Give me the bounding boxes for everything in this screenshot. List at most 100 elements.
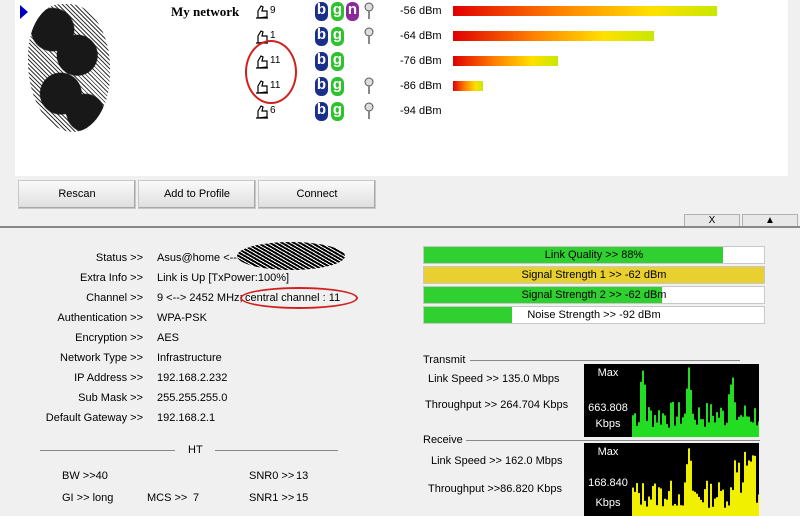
graph-bar: [726, 422, 728, 437]
rescan-button[interactable]: Rescan: [18, 180, 136, 209]
receive-title: Receive: [423, 434, 463, 446]
graph-bar: [744, 451, 746, 516]
graph-bar: [690, 390, 692, 437]
signal-bar: [453, 81, 483, 91]
mode-n-icon: n: [346, 2, 359, 21]
meter-text: Signal Strength 2 >> -62 dBm: [521, 289, 667, 301]
graph-bar: [734, 460, 736, 516]
graph-bar: [666, 424, 668, 437]
signal-dbm: -94 dBm: [400, 105, 442, 117]
snr1-label: SNR1 >>: [249, 492, 295, 504]
graph-bar: [752, 455, 754, 516]
graph-bar: [646, 506, 648, 516]
graph-bar: [710, 404, 712, 437]
graph-bar: [696, 493, 698, 516]
graph-bar: [744, 405, 746, 437]
rx-graph-unit: Kbps: [595, 497, 621, 509]
graph-bar: [714, 498, 716, 516]
graph-bar: [636, 425, 638, 437]
mode-b-icon: b: [315, 102, 328, 121]
list-scrollbar[interactable]: [788, 0, 800, 176]
graph-bar: [728, 394, 730, 437]
graph-bar: [634, 413, 636, 437]
network-row[interactable]: 6 b g -94 dBm: [15, 100, 788, 122]
graph-bar: [756, 425, 758, 437]
graph-bar: [754, 455, 756, 516]
graph-bar: [740, 492, 742, 516]
graph-bar: [642, 483, 644, 516]
network-type-value: Infrastructure: [157, 352, 222, 364]
network-row[interactable]: My network 9 b g n -56 dBm: [15, 0, 788, 22]
graph-bar: [686, 388, 688, 437]
graph-bar: [736, 419, 738, 437]
graph-bar: [664, 498, 666, 516]
graph-bar: [712, 415, 714, 437]
graph-bar: [650, 410, 652, 437]
ssid-label: My network: [171, 4, 240, 19]
channel-value: 9 <--> 2452 MHz;: [157, 292, 243, 304]
network-row[interactable]: 11 b g -76 dBm: [15, 50, 788, 72]
graph-bar: [662, 413, 664, 437]
snr0-value: 13: [296, 470, 309, 482]
authentication-value: WPA-PSK: [157, 312, 207, 324]
meter-text: Noise Strength >> -92 dBm: [527, 309, 661, 321]
graph-bar: [702, 419, 704, 437]
graph-bar: [720, 407, 722, 437]
network-row[interactable]: 11 b g -86 dBm: [15, 75, 788, 97]
graph-bar: [706, 480, 708, 516]
graph-bar: [732, 490, 734, 516]
network-row[interactable]: 1 b g -64 dBm: [15, 25, 788, 47]
graph-bar: [654, 415, 656, 437]
rx-graph-max: Max: [597, 446, 619, 458]
graph-bar: [756, 502, 758, 516]
network-list[interactable]: My network 9 b g n -56 dBm 1 b g -64 dBm…: [15, 0, 788, 176]
snr1-value: 15: [296, 492, 309, 504]
graph-bar: [660, 424, 662, 437]
graph-bar: [728, 505, 730, 516]
graph-bar: [656, 505, 658, 516]
graph-bar: [698, 407, 700, 437]
graph-bar: [706, 403, 708, 437]
graph-bar: [636, 483, 638, 516]
graph-bar: [716, 497, 718, 516]
add-to-profile-button[interactable]: Add to Profile: [138, 180, 256, 209]
graph-bar: [750, 421, 752, 437]
signal-dbm: -86 dBm: [400, 80, 442, 92]
graph-bar: [674, 503, 676, 516]
graph-bar: [698, 496, 700, 516]
extra-info-label: Extra Info >>: [80, 272, 143, 284]
encryption-value: AES: [157, 332, 180, 344]
graph-bar: [752, 422, 754, 437]
graph-bar: [658, 487, 660, 516]
graph-bar: [700, 499, 702, 516]
meter-text: Link Quality >> 88%: [544, 249, 644, 261]
graph-bar: [646, 421, 648, 437]
graph-bar: [640, 504, 642, 516]
channel-value: 9: [270, 5, 276, 16]
graph-bar: [650, 499, 652, 516]
signal-strength-2-meter: Signal Strength 2 >> -62 dBm: [423, 286, 765, 304]
graph-bar: [758, 421, 759, 437]
central-channel-ring: [240, 287, 358, 309]
graph-bar: [740, 415, 742, 437]
graph-bar: [632, 487, 634, 516]
mode-b-icon: b: [315, 27, 328, 46]
tx-graph-max: Max: [597, 367, 619, 379]
graph-bar: [642, 370, 644, 437]
ht-title: HT: [188, 444, 203, 456]
graph-bar: [656, 422, 658, 437]
graph-bar: [678, 494, 680, 516]
graph-bar: [670, 402, 672, 437]
tx-throughput: Throughput >> 264.704 Kbps: [425, 399, 569, 411]
rx-graph-value: 168.840: [588, 477, 628, 489]
hand-icon: [256, 105, 268, 119]
rx-throughput-graph: Max 168.840 Kbps: [584, 443, 759, 516]
graph-bar: [748, 416, 750, 437]
connect-button[interactable]: Connect: [258, 180, 376, 209]
graph-bar: [702, 502, 704, 516]
channel-value: 6: [270, 105, 276, 116]
tx-throughput-graph: Max 663.808 Kbps: [584, 364, 759, 437]
mode-g-icon: g: [331, 102, 344, 121]
graph-bar: [686, 464, 688, 516]
graph-bar: [746, 465, 748, 516]
